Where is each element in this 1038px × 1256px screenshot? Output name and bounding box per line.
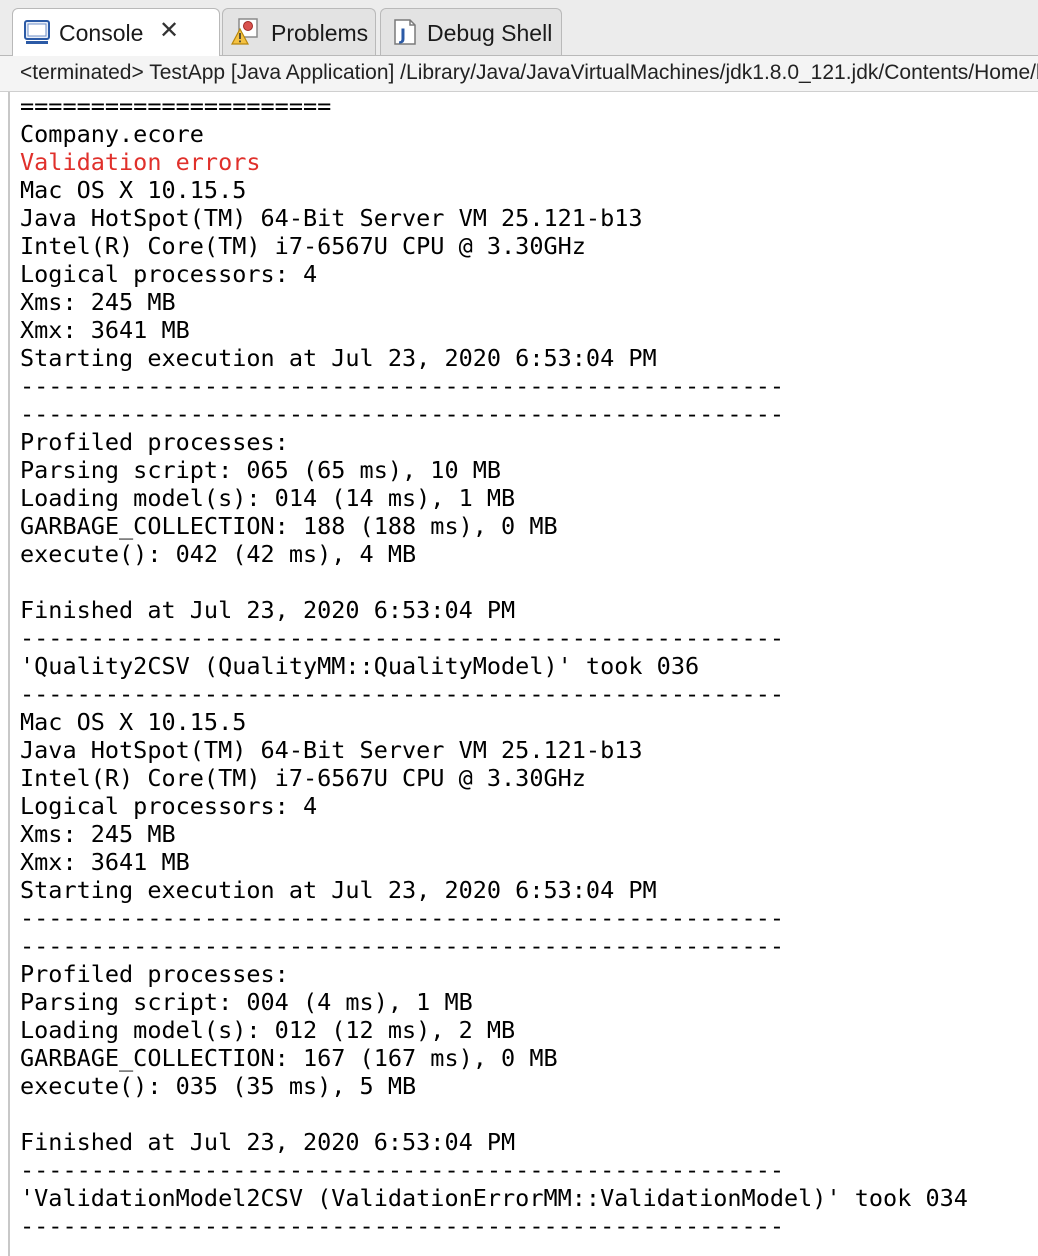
console-line: ----------------------------------------… — [20, 932, 785, 960]
console-line: Intel(R) Core(TM) i7-6567U CPU @ 3.30GHz — [20, 232, 586, 260]
console-line: Starting execution at Jul 23, 2020 6:53:… — [20, 876, 657, 904]
console-line: ----------------------------------------… — [20, 1212, 785, 1240]
tab-debug-shell[interactable]: J Debug Shell — [380, 8, 562, 56]
console-line: Xmx: 3641 MB — [20, 316, 190, 344]
console-line: ----------------------------------------… — [20, 372, 785, 400]
console-line: execute(): 042 (42 ms), 4 MB — [20, 540, 417, 568]
console-line: ----------------------------------------… — [20, 1156, 785, 1184]
console-line: GARBAGE_COLLECTION: 188 (188 ms), 0 MB — [20, 512, 558, 540]
console-line: ----------------------------------------… — [20, 680, 785, 708]
console-line: Starting execution at Jul 23, 2020 6:53:… — [20, 344, 657, 372]
console-line: Finished at Jul 23, 2020 6:53:04 PM — [20, 596, 516, 624]
console-line: Mac OS X 10.15.5 — [20, 176, 247, 204]
console-gutter — [8, 92, 10, 1256]
console-line: Java HotSpot(TM) 64-Bit Server VM 25.121… — [20, 736, 643, 764]
console-line: GARBAGE_COLLECTION: 167 (167 ms), 0 MB — [20, 1044, 558, 1072]
console-line: ----------------------------------------… — [20, 904, 785, 932]
console-line: Parsing script: 004 (4 ms), 1 MB — [20, 988, 473, 1016]
view-tab-bar: Console ✕ Problems J Debug Shell — [0, 0, 1038, 56]
console-line: 'ValidationModel2CSV (ValidationErrorMM:… — [20, 1184, 968, 1212]
console-line: Parsing script: 065 (65 ms), 10 MB — [20, 456, 502, 484]
console-line: 'Quality2CSV (QualityMM::QualityModel)' … — [20, 652, 700, 680]
console-line: ====================== — [20, 92, 332, 120]
console-error-line: Validation errors — [20, 148, 261, 176]
console-line: ----------------------------------------… — [20, 400, 785, 428]
tab-console-label: Console — [59, 20, 144, 46]
tab-problems[interactable]: Problems — [222, 8, 376, 56]
console-line: Xms: 245 MB — [20, 288, 176, 316]
console-line: Xms: 245 MB — [20, 820, 176, 848]
console-line: Logical processors: 4 — [20, 792, 318, 820]
console-view: Console ✕ Problems J Debug Shell <termin… — [0, 0, 1038, 1256]
console-line: Loading model(s): 012 (12 ms), 2 MB — [20, 1016, 516, 1044]
console-line: Finished at Jul 23, 2020 6:53:04 PM — [20, 1128, 516, 1156]
problems-icon — [231, 18, 259, 46]
console-line: Logical processors: 4 — [20, 260, 318, 288]
svg-text:J: J — [399, 25, 406, 44]
tab-console[interactable]: Console ✕ — [12, 8, 220, 56]
debug-shell-icon: J — [391, 18, 419, 46]
console-line: Mac OS X 10.15.5 — [20, 708, 247, 736]
console-line: Profiled processes: — [20, 960, 289, 988]
console-line: Loading model(s): 014 (14 ms), 1 MB — [20, 484, 516, 512]
process-status-line: <terminated> TestApp [Java Application] … — [0, 56, 1038, 92]
console-output[interactable]: ====================== Company.ecore Valid… — [20, 92, 1030, 1256]
console-icon — [23, 18, 51, 46]
console-line: Profiled processes: — [20, 428, 289, 456]
console-line: ----------------------------------------… — [20, 624, 785, 652]
tab-problems-label: Problems — [271, 20, 369, 46]
console-line: Xmx: 3641 MB — [20, 848, 190, 876]
close-icon[interactable]: ✕ — [159, 19, 179, 43]
console-line: Intel(R) Core(TM) i7-6567U CPU @ 3.30GHz — [20, 764, 586, 792]
console-line: Company.ecore — [20, 120, 204, 148]
console-line: execute(): 035 (35 ms), 5 MB — [20, 1072, 417, 1100]
tab-debug-shell-label: Debug Shell — [427, 20, 553, 46]
console-line: Java HotSpot(TM) 64-Bit Server VM 25.121… — [20, 204, 643, 232]
